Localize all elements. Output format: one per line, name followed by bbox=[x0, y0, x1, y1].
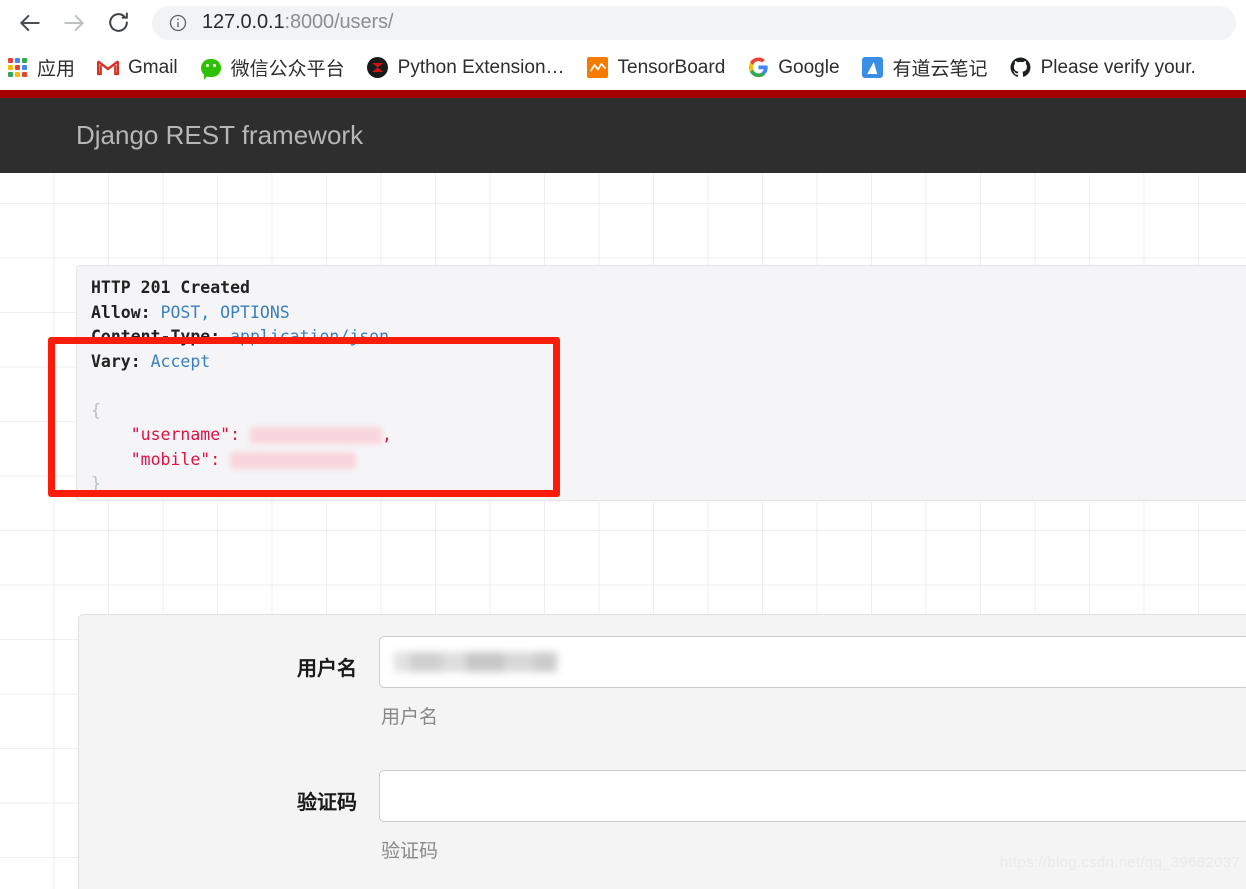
bookmark-label: Gmail bbox=[128, 56, 178, 78]
captcha-input[interactable] bbox=[379, 770, 1246, 822]
gmail-icon bbox=[97, 57, 120, 79]
response-header-name: Allow: bbox=[91, 302, 151, 322]
page-info-icon[interactable] bbox=[168, 13, 188, 33]
back-arrow-icon bbox=[17, 10, 43, 36]
response-panel: HTTP 201 Created Allow: POST, OPTIONS Co… bbox=[76, 265, 1246, 501]
redacted-mobile-value bbox=[230, 451, 357, 469]
page-viewport: Django REST framework HTTP 201 Created A… bbox=[0, 90, 1246, 889]
url-text: 127.0.0.1:8000/users/ bbox=[202, 11, 393, 34]
form-row-username: 用户名 用户名 bbox=[79, 615, 1246, 749]
github-icon bbox=[1010, 57, 1032, 79]
bookmark-gmail[interactable]: Gmail bbox=[97, 57, 178, 79]
bookmark-label: 有道云笔记 bbox=[892, 59, 988, 80]
watermark: https://blog.csdn.net/qq_39682037 bbox=[999, 854, 1240, 871]
bookmark-label: Python Extension… bbox=[397, 56, 565, 78]
apps-grid-icon bbox=[6, 57, 28, 79]
bookmarks-bar: 应用 Gmail 微信公众平台 Python Extension… Tensor… bbox=[0, 45, 1246, 90]
response-code-block: HTTP 201 Created Allow: POST, OPTIONS Co… bbox=[91, 278, 392, 493]
redacted-username-input-value bbox=[394, 652, 557, 672]
response-header-name: Content-Type: bbox=[91, 327, 221, 346]
bookmark-label: Google bbox=[778, 56, 840, 78]
reload-icon bbox=[106, 10, 131, 35]
response-header-name: Vary: bbox=[91, 351, 141, 371]
url-host: 127.0.0.1 bbox=[202, 11, 285, 33]
response-header-value: application/json bbox=[230, 327, 390, 346]
forward-button[interactable] bbox=[52, 1, 96, 45]
username-input[interactable] bbox=[379, 636, 1246, 688]
bookmark-tensorboard[interactable]: TensorBoard bbox=[587, 56, 726, 79]
bookmark-google[interactable]: Google bbox=[747, 56, 840, 79]
json-key-username: "username" bbox=[130, 425, 231, 444]
browser-chrome: 127.0.0.1:8000/users/ 应用 Gmail 微信公众平台 Py… bbox=[0, 0, 1246, 90]
youdao-note-icon bbox=[862, 57, 884, 79]
bookmark-wechat[interactable]: 微信公众平台 bbox=[200, 54, 345, 81]
bookmark-label: TensorBoard bbox=[617, 56, 726, 78]
page-title: Django REST framework bbox=[76, 120, 364, 150]
json-close-brace: } bbox=[91, 474, 101, 493]
form-label-captcha: 验证码 bbox=[297, 792, 357, 814]
form-row-phone: 电话 bbox=[79, 883, 1246, 889]
url-path: :8000/users/ bbox=[284, 11, 394, 33]
bookmark-youdao-note[interactable]: 有道云笔记 bbox=[862, 54, 988, 81]
json-key-mobile: "mobile" bbox=[130, 449, 211, 469]
html-form-panel: 用户名 用户名 验证码 验证码 电话 bbox=[78, 614, 1246, 889]
google-icon bbox=[747, 57, 769, 79]
response-header-value: Accept bbox=[150, 351, 211, 371]
form-label-username: 用户名 bbox=[297, 658, 357, 680]
response-header-value: POST, OPTIONS bbox=[160, 302, 290, 322]
back-button[interactable] bbox=[8, 1, 52, 45]
browser-toolbar: 127.0.0.1:8000/users/ bbox=[0, 0, 1246, 45]
bookmark-apps[interactable]: 应用 bbox=[6, 54, 75, 81]
bookmark-label: 微信公众平台 bbox=[230, 59, 345, 80]
json-open-brace: { bbox=[91, 400, 101, 420]
bookmark-github-verify[interactable]: Please verify your. bbox=[1010, 57, 1196, 79]
bookmark-label: 应用 bbox=[37, 59, 76, 80]
tensorboard-icon bbox=[587, 57, 609, 79]
python-extension-icon bbox=[367, 57, 389, 79]
reload-button[interactable] bbox=[96, 1, 140, 45]
response-status-line: HTTP 201 Created bbox=[91, 278, 250, 297]
redacted-username-value bbox=[249, 427, 382, 444]
wechat-icon bbox=[200, 57, 222, 80]
site-header: Django REST framework bbox=[0, 98, 1246, 173]
accent-bar bbox=[0, 90, 1246, 98]
address-bar[interactable]: 127.0.0.1:8000/users/ bbox=[152, 5, 1236, 40]
form-help-username: 用户名 bbox=[381, 707, 439, 728]
bookmark-label: Please verify your. bbox=[1040, 56, 1196, 78]
bookmark-python-extension[interactable]: Python Extension… bbox=[367, 57, 565, 79]
forward-arrow-icon bbox=[61, 10, 87, 36]
form-help-captcha: 验证码 bbox=[381, 841, 439, 862]
